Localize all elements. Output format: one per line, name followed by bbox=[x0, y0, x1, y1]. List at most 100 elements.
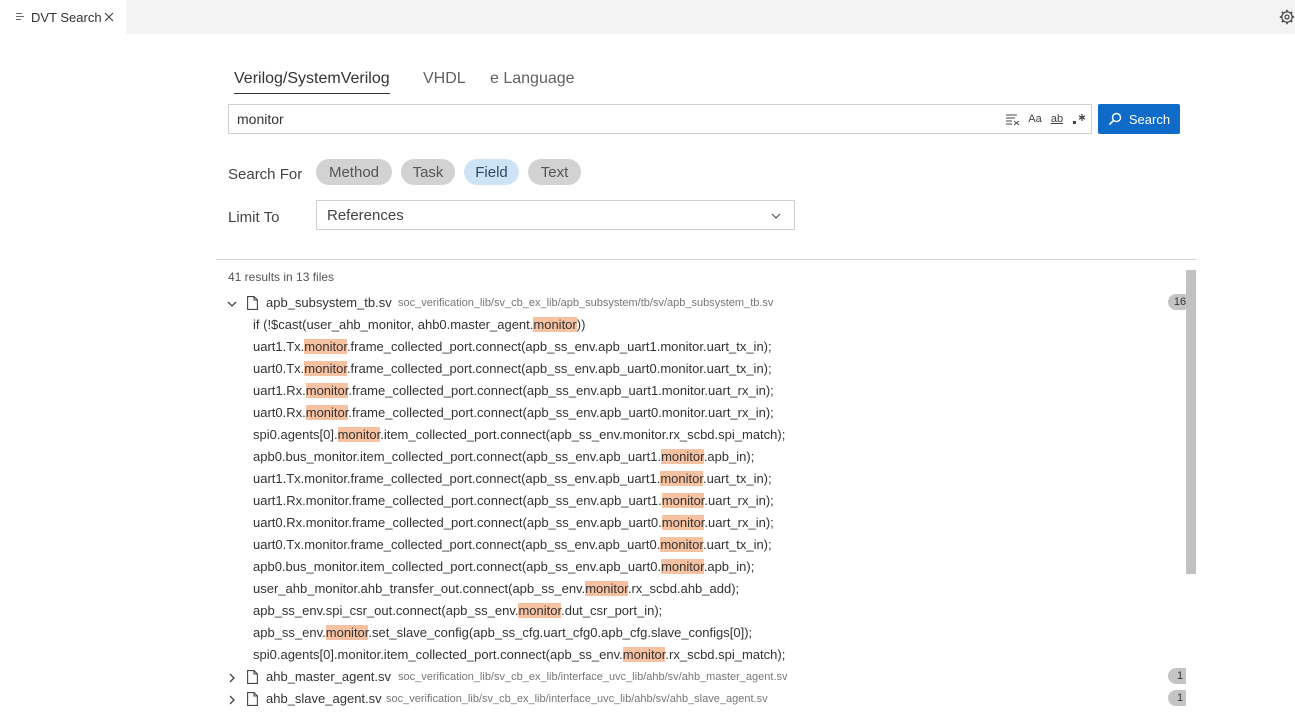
match-row[interactable]: uart0.Rx.monitor.frame_collected_port.co… bbox=[253, 512, 774, 534]
search-options: Aa ab bbox=[1005, 111, 1087, 127]
results-summary: 41 results in 13 files bbox=[228, 270, 335, 284]
tab-dvt-search[interactable]: DVT Search bbox=[0, 0, 126, 34]
match-highlight: monitor bbox=[304, 339, 347, 354]
match-text-after: .uart_rx_in); bbox=[704, 493, 774, 508]
chevron-down-icon[interactable] bbox=[226, 297, 238, 309]
match-text-before: if (!$cast(user_ahb_monitor, ahb0.master… bbox=[253, 317, 534, 332]
search-button-label: Search bbox=[1128, 111, 1171, 127]
match-row[interactable]: if (!$cast(user_ahb_monitor, ahb0.master… bbox=[253, 314, 585, 336]
tab-verilog-systemverilog[interactable]: Verilog/SystemVerilog bbox=[234, 70, 390, 94]
match-text-before: apb_ss_env. bbox=[253, 625, 326, 640]
match-highlight: monitor bbox=[305, 383, 349, 398]
match-highlight: monitor bbox=[661, 449, 704, 464]
match-text-before: apb0.bus_monitor.item_collected_port.con… bbox=[253, 559, 662, 574]
limit-to-select[interactable]: References bbox=[316, 200, 795, 230]
match-text-before: apb0.bus_monitor.item_collected_port.con… bbox=[253, 449, 662, 464]
match-text-before: apb_ss_env.spi_csr_out.connect(apb_ss_en… bbox=[253, 603, 519, 618]
regex-icon[interactable] bbox=[1071, 111, 1087, 127]
gear-icon[interactable] bbox=[1279, 9, 1295, 25]
file-icon bbox=[247, 296, 258, 310]
search-input[interactable] bbox=[235, 110, 999, 128]
match-row[interactable]: uart1.Tx.monitor.frame_collected_port.co… bbox=[253, 336, 772, 358]
match-row[interactable]: uart1.Rx.monitor.frame_collected_port.co… bbox=[253, 490, 774, 512]
file-name: ahb_master_agent.sv bbox=[266, 669, 392, 684]
tab-vhdl[interactable]: VHDL bbox=[423, 70, 466, 92]
match-highlight: monitor bbox=[325, 625, 369, 640]
file-path: soc_verification_lib/sv_cb_ex_lib/apb_su… bbox=[398, 297, 774, 309]
results-scrollbar[interactable] bbox=[1186, 270, 1196, 574]
match-row[interactable]: apb0.bus_monitor.item_collected_port.con… bbox=[253, 556, 754, 578]
menu-lines-icon bbox=[16, 11, 26, 22]
match-text-after: .uart_tx_in); bbox=[702, 471, 772, 486]
match-text-after: .uart_rx_in); bbox=[704, 515, 774, 530]
search-for-label: Search For bbox=[228, 166, 303, 183]
file-row[interactable]: ahb_master_agent.sv soc_verification_lib/… bbox=[216, 666, 1186, 688]
match-row[interactable]: uart1.Tx.monitor.frame_collected_port.co… bbox=[253, 468, 772, 490]
match-text-before: uart1.Tx.monitor.frame_collected_port.co… bbox=[253, 471, 661, 486]
chip-field[interactable]: Field bbox=[464, 159, 519, 185]
file-name: apb_subsystem_tb.sv bbox=[266, 295, 392, 310]
match-text-after: .dut_csr_port_in); bbox=[561, 603, 663, 618]
match-highlight: monitor bbox=[661, 515, 705, 530]
match-highlight: monitor bbox=[622, 647, 666, 662]
results-tree: apb_subsystem_tb.sv soc_verification_lib/… bbox=[216, 292, 1186, 720]
match-highlight: monitor bbox=[518, 603, 562, 618]
match-highlight: monitor bbox=[660, 471, 703, 486]
match-row[interactable]: uart0.Tx.monitor.frame_collected_port.co… bbox=[253, 534, 772, 556]
file-name: ahb_slave_agent.sv bbox=[266, 691, 382, 706]
tab-e-language[interactable]: e Language bbox=[490, 70, 575, 92]
chip-task[interactable]: Task bbox=[401, 159, 455, 185]
search-icon bbox=[1108, 112, 1122, 126]
match-text-before: uart0.Rx.monitor.frame_collected_port.co… bbox=[253, 515, 662, 530]
divider bbox=[216, 259, 1196, 260]
limit-to-value: References bbox=[327, 206, 404, 224]
match-row[interactable]: user_ahb_monitor.ahb_transfer_out.connec… bbox=[253, 578, 739, 600]
match-text-before: spi0.agents[0].monitor.item_collected_po… bbox=[253, 647, 623, 662]
match-row[interactable]: uart1.Rx.monitor.frame_collected_port.co… bbox=[253, 380, 774, 402]
match-whole-word-toggle[interactable]: ab bbox=[1049, 111, 1065, 127]
match-text-after: .uart_tx_in); bbox=[702, 537, 772, 552]
file-path: soc_verification_lib/sv_cb_ex_lib/interf… bbox=[386, 693, 768, 705]
file-path: soc_verification_lib/sv_cb_ex_lib/interf… bbox=[398, 671, 788, 683]
chevron-right-icon[interactable] bbox=[226, 671, 238, 683]
match-highlight: monitor bbox=[304, 361, 347, 376]
match-highlight: monitor bbox=[661, 559, 704, 574]
match-highlight: monitor bbox=[305, 405, 349, 420]
match-text-before: uart1.Rx. bbox=[253, 383, 306, 398]
match-row[interactable]: apb_ss_env.monitor.set_slave_config(apb_… bbox=[253, 622, 752, 644]
match-row[interactable]: apb_ss_env.spi_csr_out.connect(apb_ss_en… bbox=[253, 600, 662, 622]
chevron-right-icon[interactable] bbox=[226, 693, 238, 705]
match-highlight: monitor bbox=[337, 427, 381, 442]
chip-method[interactable]: Method bbox=[316, 159, 392, 185]
match-text-after: .frame_collected_port.connect(apb_ss_env… bbox=[346, 339, 772, 354]
search-button[interactable]: Search bbox=[1098, 104, 1180, 134]
file-row[interactable]: ahb_slave_agent.sv soc_verification_lib/s… bbox=[216, 688, 1186, 710]
match-row[interactable]: uart0.Rx.monitor.frame_collected_port.co… bbox=[253, 402, 774, 424]
match-text-before: uart0.Tx. bbox=[253, 361, 305, 376]
match-text-after: .frame_collected_port.connect(apb_ss_env… bbox=[348, 383, 774, 398]
match-text-after: .frame_collected_port.connect(apb_ss_env… bbox=[348, 405, 774, 420]
match-text-after: .apb_in); bbox=[703, 449, 755, 464]
match-text-after: .apb_in); bbox=[703, 559, 755, 574]
match-text-before: uart0.Tx.monitor.frame_collected_port.co… bbox=[253, 537, 661, 552]
match-row[interactable]: apb0.bus_monitor.item_collected_port.con… bbox=[253, 446, 754, 468]
match-highlight: monitor bbox=[660, 537, 703, 552]
editor-tab-bar: DVT Search bbox=[0, 0, 1295, 34]
match-row[interactable]: uart0.Tx.monitor.frame_collected_port.co… bbox=[253, 358, 772, 380]
chip-text[interactable]: Text bbox=[528, 159, 581, 185]
match-row[interactable]: spi0.agents[0].monitor.item_collected_po… bbox=[253, 424, 785, 446]
file-icon bbox=[247, 670, 258, 684]
match-highlight: monitor bbox=[661, 493, 705, 508]
match-count-badge: 16 bbox=[1168, 294, 1186, 310]
match-text-after: )) bbox=[576, 317, 586, 332]
file-row[interactable]: apb_subsystem_tb.sv soc_verification_lib/… bbox=[216, 292, 1186, 314]
match-text-after: .rx_scbd.spi_match); bbox=[665, 647, 786, 662]
match-count-badge: 1 bbox=[1168, 690, 1186, 706]
match-row[interactable]: spi0.agents[0].monitor.item_collected_po… bbox=[253, 644, 785, 666]
close-icon[interactable] bbox=[102, 10, 116, 24]
multiline-filter-icon[interactable] bbox=[1005, 111, 1021, 127]
match-text-before: uart1.Tx. bbox=[253, 339, 305, 354]
match-case-toggle[interactable]: Aa bbox=[1027, 111, 1043, 127]
search-box: Aa ab bbox=[228, 104, 1092, 134]
file-icon bbox=[247, 692, 258, 706]
